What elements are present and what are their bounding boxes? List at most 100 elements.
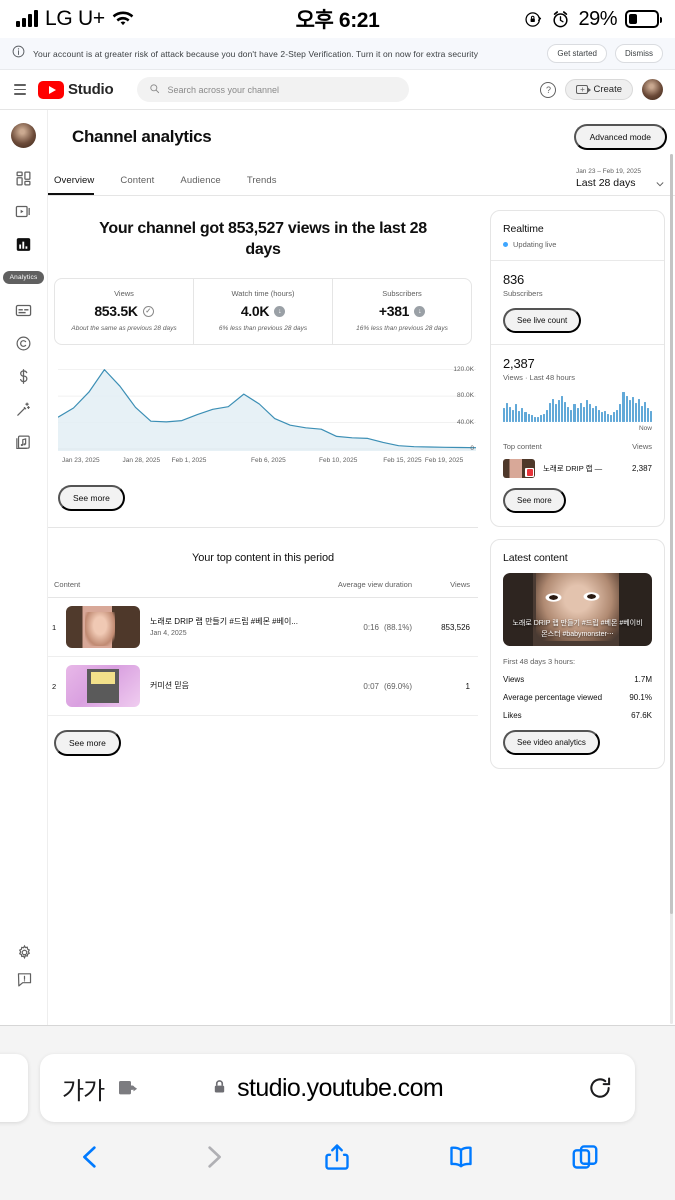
search-bar[interactable] xyxy=(137,77,410,102)
sparkline-bar xyxy=(582,407,585,422)
text-size-button[interactable]: 가가 xyxy=(62,1071,105,1106)
forward-icon[interactable] xyxy=(199,1140,229,1174)
date-range-selector[interactable]: Jan 23 – Feb 19, 2025 Last 28 days xyxy=(576,168,665,189)
vertical-scrollbar[interactable] xyxy=(670,154,673,1024)
dismiss-button[interactable]: Dismiss xyxy=(615,44,663,63)
sparkline-bar xyxy=(650,411,653,422)
table-row[interactable]: 1 노래로 DRIP 랩 만들기 #드립 #베몬 #베이... Jan 4, 2… xyxy=(48,597,478,658)
share-icon[interactable] xyxy=(322,1140,352,1174)
row-content-cell[interactable]: 커미션 믿음 xyxy=(62,656,328,717)
help-icon[interactable]: ? xyxy=(540,81,557,98)
account-avatar[interactable] xyxy=(642,79,663,100)
sparkline-bar xyxy=(640,405,643,422)
metric-label: Subscribers xyxy=(382,289,422,299)
sidebar-item-copyright[interactable] xyxy=(0,327,48,360)
tooltip-label: Analytics xyxy=(2,271,45,284)
see-video-analytics-button[interactable]: See video analytics xyxy=(503,730,600,755)
latest-content-title: Latest content xyxy=(503,552,568,564)
video-thumbnail xyxy=(66,606,140,649)
top-content-see-more-button[interactable]: See more xyxy=(54,730,121,757)
page-title: Channel analytics xyxy=(72,127,212,146)
realtime-see-more-button[interactable]: See more xyxy=(503,488,566,513)
metric-watch-time[interactable]: Watch time (hours) 4.0K ↓ 6% less than p… xyxy=(194,279,333,345)
sparkline-bar xyxy=(604,411,607,422)
sidebar-item-earn[interactable] xyxy=(0,360,48,393)
header-actions: ? Create xyxy=(540,79,663,100)
tab-overview[interactable]: Overview xyxy=(48,175,95,195)
video-date: Jan 4, 2025 xyxy=(150,630,187,638)
back-icon[interactable] xyxy=(75,1140,105,1174)
sparkline-bar xyxy=(509,407,512,422)
sidebar-item-customization[interactable] xyxy=(0,393,48,426)
row-rank: 1 xyxy=(48,597,62,658)
check-icon: ✓ xyxy=(142,305,154,317)
menu-icon[interactable] xyxy=(12,82,28,97)
magic-wand-icon xyxy=(15,401,32,418)
row-rank: 2 xyxy=(48,656,62,717)
tab-audience[interactable]: Audience xyxy=(180,175,220,195)
sparkline-bar xyxy=(610,415,613,422)
views-header: Views xyxy=(632,442,652,451)
metric-views[interactable]: Views 853.5K ✓ About the same as previou… xyxy=(55,279,194,345)
studio-header: Studio ? Create xyxy=(0,70,675,110)
browser-navigation xyxy=(0,1132,675,1182)
bookmarks-icon[interactable] xyxy=(446,1140,476,1174)
sidebar-item-content[interactable] xyxy=(0,195,48,228)
alarm-clock-icon xyxy=(551,10,570,29)
youtube-studio-logo[interactable]: Studio xyxy=(38,80,114,99)
sidebar-item-dashboard[interactable] xyxy=(0,162,48,195)
row-content-cell[interactable]: 노래로 DRIP 랩 만들기 #드립 #베몬 #베이... Jan 4, 202… xyxy=(62,597,328,658)
search-input[interactable] xyxy=(167,84,398,95)
tab-content[interactable]: Content xyxy=(120,175,154,195)
realtime-panel: Realtime Updating live 836 Subscribers S… xyxy=(490,210,665,527)
send-feedback-icon[interactable] xyxy=(16,971,33,988)
stat-value: 67.6K xyxy=(631,711,652,720)
reload-icon[interactable] xyxy=(587,1075,613,1101)
first-period-label: First 48 days 3 hours: xyxy=(503,657,576,666)
latest-video-thumbnail[interactable]: 노래로 DRIP 랩 만들기 #드립 #베몬 #베이비몬스터 #babymons… xyxy=(503,573,652,646)
views-area-chart[interactable]: 120.0K 80.0K 40.0K 0 Jan 23, 2025 Jan 28, 20… xyxy=(58,359,476,471)
security-banner: Your account is at greater risk of attac… xyxy=(0,38,675,70)
date-range-label: Last 28 days xyxy=(575,177,636,189)
tab-trends[interactable]: Trends xyxy=(247,175,277,195)
settings-gear-icon[interactable] xyxy=(16,944,33,961)
signal-bars-icon xyxy=(16,10,38,27)
sidebar-item-analytics[interactable] xyxy=(0,228,48,261)
sparkline-bar xyxy=(637,398,640,422)
sparkline-bar xyxy=(625,396,628,422)
status-left: LG U+ xyxy=(16,7,134,31)
sparkline-bar xyxy=(548,402,551,422)
stat-row: Average percentage viewed 90.1% xyxy=(503,693,652,702)
studio-label: Studio xyxy=(68,81,114,98)
thumbnail-caption: 노래로 DRIP 랩 만들기 #드립 #베몬 #베이비몬스터 #babymons… xyxy=(512,620,643,638)
top-content-title: Your top content in this period xyxy=(191,552,335,565)
advanced-mode-button[interactable]: Advanced mode xyxy=(573,124,667,150)
url-display[interactable]: studio.youtube.com xyxy=(212,1074,444,1103)
metric-subscribers[interactable]: Subscribers +381 ↓ 16% less than previou… xyxy=(333,279,471,344)
create-button[interactable]: Create xyxy=(565,79,633,100)
sidebar-item-audio-library[interactable] xyxy=(0,426,48,459)
realtime-views-count: 2,387 xyxy=(503,356,535,371)
realtime-top-row[interactable]: 노래로 DRIP 랩 — 2,387 xyxy=(503,459,652,478)
sparkline-bar xyxy=(567,407,570,422)
tabs-icon[interactable] xyxy=(570,1140,600,1174)
adjacent-tab-peek[interactable] xyxy=(0,1054,28,1122)
table-row[interactable]: 2 커미션 믿음 0:07 (69.0%) 1 xyxy=(48,656,478,717)
chart-see-more-button[interactable]: See more xyxy=(58,485,125,512)
channel-avatar[interactable] xyxy=(11,123,36,148)
analytics-tabs: Overview Content Audience Trends Jan 23 … xyxy=(48,162,675,196)
column-header-avg-view-duration: Average view duration xyxy=(328,580,416,599)
sparkline-bar xyxy=(503,408,506,422)
page-header: Channel analytics Advanced mode xyxy=(48,110,675,150)
sparkline-bar xyxy=(515,404,518,422)
sidebar-item-subtitles[interactable] xyxy=(0,294,48,327)
video-title: 커미션 믿음 xyxy=(150,681,190,691)
rotation-lock-icon xyxy=(524,10,543,29)
realtime-title: Realtime xyxy=(503,223,544,235)
see-live-count-button[interactable]: See live count xyxy=(503,308,582,333)
video-title: 노래로 DRIP 랩 — xyxy=(543,464,603,473)
divider xyxy=(491,344,664,345)
get-started-button[interactable]: Get started xyxy=(547,44,607,63)
address-bar[interactable]: 가가 studio.youtube.com xyxy=(40,1054,635,1122)
extensions-icon[interactable] xyxy=(116,1077,140,1099)
